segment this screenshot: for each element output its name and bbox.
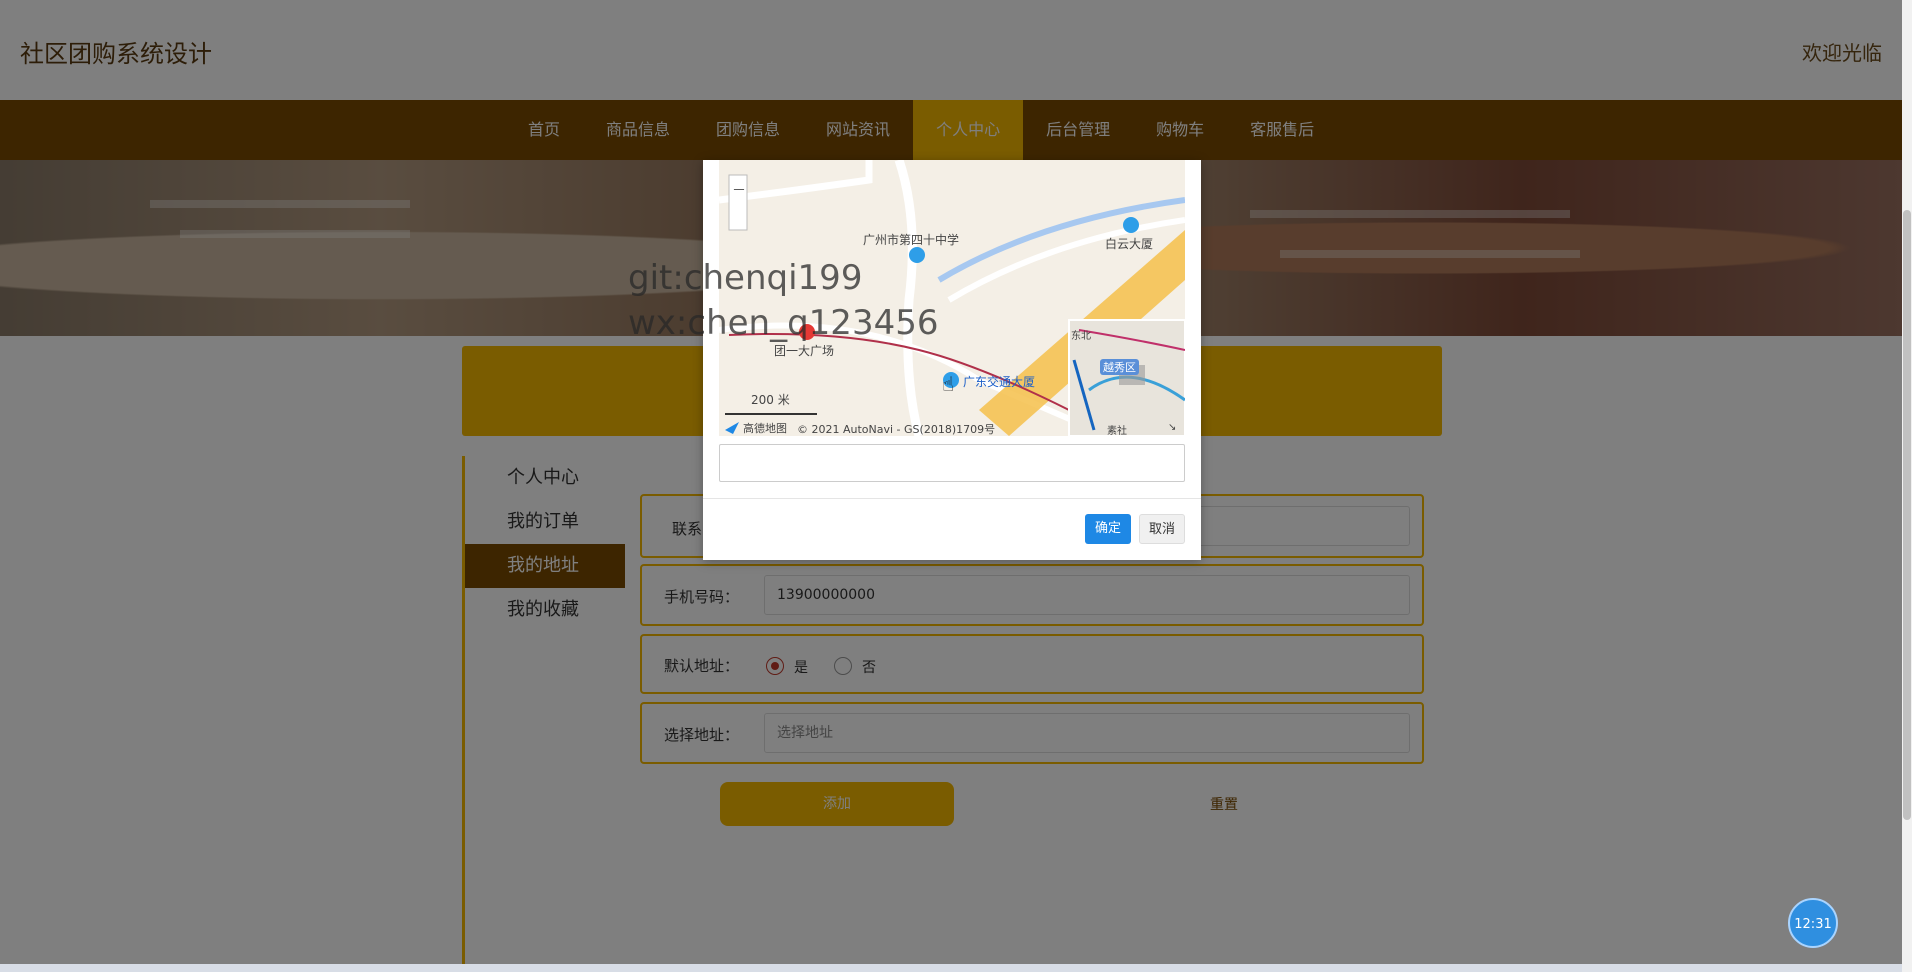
watermark-line-2: wx:chen_q123456 <box>628 303 939 343</box>
map-label-suse: 素社 <box>1107 426 1127 436</box>
clock-widget: 12:31 <box>1788 898 1838 948</box>
map-modal: － 广州市第四十中学 白云大厦 团一大广场 广东交通大厦 200 米 高德地图 … <box>703 160 1201 560</box>
confirm-button[interactable]: 确定 <box>1085 514 1131 544</box>
map-search-input[interactable] <box>719 444 1185 482</box>
map-scale-label: 200 米 <box>751 393 790 407</box>
map-label-square: 团一大广场 <box>774 344 835 358</box>
scrollbar-thumb[interactable] <box>1903 210 1911 820</box>
map-label-district: 越秀区 <box>1100 359 1139 375</box>
map-label-school: 广州市第四十中学 <box>863 233 960 247</box>
expand-icon[interactable]: ↘ <box>1168 422 1176 433</box>
map-copyright: © 2021 AutoNavi - GS(2018)1709号 <box>797 423 996 436</box>
map-label-baiyun: 白云大厦 <box>1105 237 1154 251</box>
taskbar <box>0 964 1902 972</box>
cancel-button[interactable]: 取消 <box>1139 514 1185 544</box>
map-logo: 高德地图 <box>743 422 787 435</box>
svg-text:－: － <box>732 183 746 199</box>
map-label-transport: 广东交通大厦 <box>963 375 1036 389</box>
hand-cursor-icon: ☝ <box>942 372 955 396</box>
modal-divider <box>703 498 1201 499</box>
map-label-north: 东北 <box>1071 331 1091 342</box>
watermark-line-1: git:chenqi199 <box>628 258 863 298</box>
